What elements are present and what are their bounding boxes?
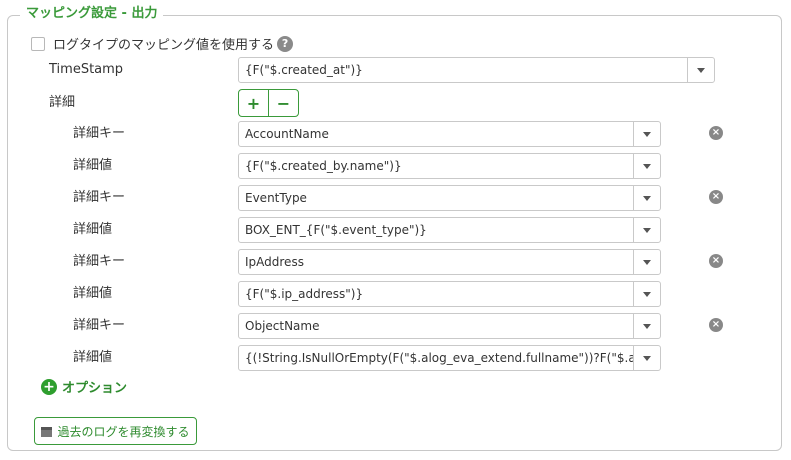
chevron-down-icon — [643, 259, 651, 265]
use-log-type-label[interactable]: ログタイプのマッピング値を使用する — [53, 34, 274, 53]
detail-key-combo[interactable]: ObjectName — [238, 313, 661, 339]
detail-value-combo[interactable]: BOX_ENT_{F("$.event_type")} — [238, 217, 661, 243]
detail-value-label: 詳細値 — [73, 222, 113, 237]
detail-value-dropdown-button[interactable] — [633, 346, 660, 370]
plus-circle-icon: + — [41, 378, 57, 395]
detail-key-dropdown-button[interactable] — [633, 250, 660, 274]
remove-detail-icon[interactable]: × — [709, 190, 723, 204]
add-detail-button[interactable]: + — [239, 90, 268, 116]
chevron-down-icon — [643, 323, 651, 329]
reconvert-logs-label: 過去のログを再変換する — [57, 424, 190, 439]
detail-key-label: 詳細キー — [73, 126, 126, 141]
detail-value-dropdown-button[interactable] — [633, 154, 660, 178]
detail-key-value[interactable]: AccountName — [239, 122, 633, 146]
remove-detail-icon[interactable]: × — [709, 254, 723, 268]
detail-key-value[interactable]: ObjectName — [239, 314, 633, 338]
detail-key-dropdown-button[interactable] — [633, 314, 660, 338]
detail-value-label: 詳細値 — [73, 158, 113, 173]
option-link[interactable]: + オプション — [41, 377, 127, 396]
detail-key-value[interactable]: IpAddress — [239, 250, 633, 274]
chevron-down-icon — [643, 355, 651, 361]
reconvert-logs-button[interactable]: 過去のログを再変換する — [34, 417, 197, 445]
chevron-down-icon — [643, 195, 651, 201]
detail-value-value[interactable]: BOX_ENT_{F("$.event_type")} — [239, 218, 633, 242]
detail-key-combo[interactable]: AccountName — [238, 121, 661, 147]
detail-value-label: 詳細値 — [73, 350, 113, 365]
detail-key-value[interactable]: EventType — [239, 186, 633, 210]
use-log-type-checkbox[interactable] — [31, 36, 45, 51]
detail-key-dropdown-button[interactable] — [633, 122, 660, 146]
chevron-down-icon — [697, 67, 705, 73]
detail-key-label: 詳細キー — [73, 190, 126, 205]
chevron-down-icon — [643, 227, 651, 233]
remove-detail-icon[interactable]: × — [709, 126, 723, 140]
details-label: 詳細 — [49, 95, 76, 110]
detail-value-dropdown-button[interactable] — [633, 218, 660, 242]
timestamp-label: TimeStamp — [49, 62, 124, 77]
detail-value-value[interactable]: {F("$.ip_address")} — [239, 282, 633, 306]
detail-key-label: 詳細キー — [73, 254, 126, 269]
timestamp-value[interactable]: {F("$.created_at")} — [239, 58, 687, 82]
detail-value-combo[interactable]: {(!String.IsNullOrEmpty(F("$.alog_eva_ex… — [238, 345, 661, 371]
detail-key-dropdown-button[interactable] — [633, 186, 660, 210]
detail-key-combo[interactable]: EventType — [238, 185, 661, 211]
chevron-down-icon — [643, 291, 651, 297]
timestamp-combo[interactable]: {F("$.created_at")} — [238, 57, 715, 83]
detail-value-dropdown-button[interactable] — [633, 282, 660, 306]
details-add-remove-group: + − — [238, 89, 299, 117]
chevron-down-icon — [643, 163, 651, 169]
timestamp-dropdown-button[interactable] — [687, 58, 714, 82]
remove-detail-button[interactable]: − — [268, 90, 298, 116]
detail-value-label: 詳細値 — [73, 286, 113, 301]
option-label[interactable]: オプション — [62, 377, 127, 396]
detail-value-value[interactable]: {F("$.created_by.name")} — [239, 154, 633, 178]
section-legend: マッピング設定 - 出力 — [20, 5, 164, 23]
remove-detail-icon[interactable]: × — [709, 318, 723, 332]
use-log-type-row: ログタイプのマッピング値を使用する ? — [31, 34, 294, 53]
detail-key-label: 詳細キー — [73, 318, 126, 333]
calendar-icon — [41, 426, 53, 437]
chevron-down-icon — [643, 131, 651, 137]
detail-key-combo[interactable]: IpAddress — [238, 249, 661, 275]
detail-value-combo[interactable]: {F("$.created_by.name")} — [238, 153, 661, 179]
detail-value-value[interactable]: {(!String.IsNullOrEmpty(F("$.alog_eva_ex… — [239, 346, 633, 370]
help-icon[interactable]: ? — [277, 35, 294, 52]
detail-value-combo[interactable]: {F("$.ip_address")} — [238, 281, 661, 307]
